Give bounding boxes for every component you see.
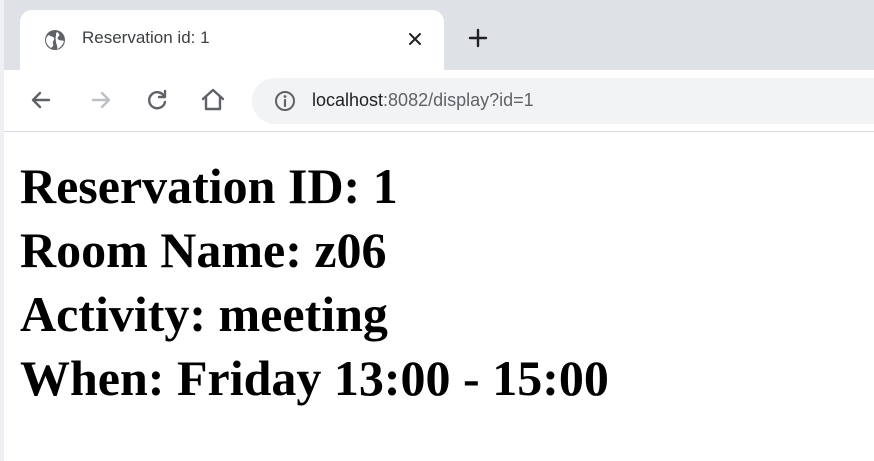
info-icon[interactable] — [274, 90, 296, 112]
url-host: localhost — [312, 90, 384, 110]
plus-icon[interactable] — [464, 24, 492, 52]
globe-icon — [44, 29, 66, 51]
reservation-id-line: Reservation ID: 1 — [20, 158, 398, 214]
activity-line: Activity: meeting — [20, 286, 388, 342]
page-content: Reservation ID: 1 Room Name: z06 Activit… — [20, 154, 609, 410]
forward-arrow-icon[interactable] — [86, 85, 116, 115]
tab-strip: Reservation id: 1 — [4, 0, 874, 70]
home-icon[interactable] — [198, 85, 228, 115]
url-path: :8082/display?id=1 — [383, 90, 534, 110]
address-bar[interactable]: localhost:8082/display?id=1 — [252, 78, 874, 124]
when-line: When: Friday 13:00 - 15:00 — [20, 350, 609, 406]
browser-toolbar: localhost:8082/display?id=1 — [4, 70, 874, 132]
browser-window: Reservation id: 1 localhost:8082/display… — [0, 0, 874, 461]
back-arrow-icon[interactable] — [26, 85, 56, 115]
room-name-line: Room Name: z06 — [20, 222, 387, 278]
tab-reservation[interactable]: Reservation id: 1 — [20, 10, 444, 70]
reload-icon[interactable] — [142, 85, 172, 115]
url-text[interactable]: localhost:8082/display?id=1 — [312, 90, 534, 111]
close-icon[interactable] — [402, 26, 428, 52]
tab-title: Reservation id: 1 — [82, 28, 210, 47]
